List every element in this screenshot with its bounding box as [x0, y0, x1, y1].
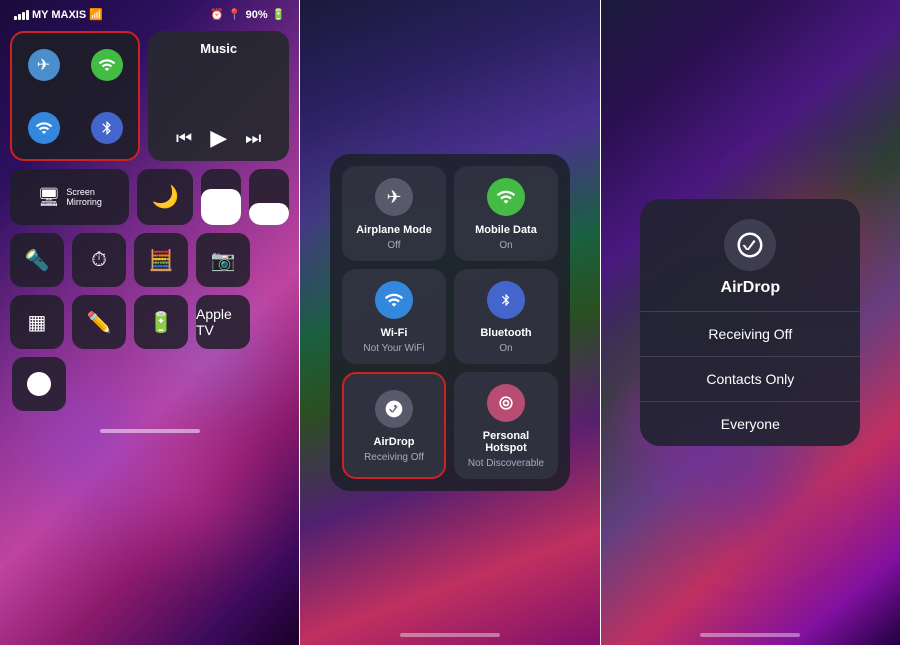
edit-icon: ✏️: [87, 310, 112, 335]
exp-airdrop-title: AirDrop: [374, 436, 415, 448]
record-dot: [27, 372, 51, 396]
exp-airdrop-tile[interactable]: AirDrop Receiving Off: [342, 372, 446, 479]
qr-tile[interactable]: ▦: [10, 295, 64, 349]
moon-icon: 🌙: [152, 184, 179, 210]
exp-bluetooth-icon: [487, 281, 525, 319]
exp-wifi-subtitle: Not Your WiFi: [363, 343, 424, 354]
screen-mirror-tile[interactable]: 🖥 ScreenMirroring: [10, 169, 129, 225]
exp-airdrop-subtitle: Receiving Off: [364, 452, 424, 463]
bluetooth-tile[interactable]: [75, 96, 138, 159]
airdrop-receiving-off-option[interactable]: Receiving Off: [640, 312, 860, 356]
wifi-icon: [28, 112, 60, 144]
night-mode-tile[interactable]: 🌙: [137, 169, 193, 225]
record-tile[interactable]: [12, 357, 66, 411]
timer-icon: ⏱: [91, 249, 107, 272]
music-title: Music: [160, 41, 277, 56]
exp-wifi-tile[interactable]: Wi-Fi Not Your WiFi: [342, 269, 446, 364]
flashlight-icon: 🔦: [25, 248, 50, 273]
middle-panel: ✈ Airplane Mode Off Mobile Data On: [299, 0, 600, 645]
battery-icon: 🔋: [272, 8, 286, 21]
battery-percent: 90%: [246, 9, 268, 21]
airplane-mode-tile[interactable]: ✈: [12, 33, 75, 96]
exp-mobiledata-tile[interactable]: Mobile Data On: [454, 166, 558, 261]
exp-hotspot-subtitle: Not Discoverable: [468, 458, 544, 469]
right-home-bar: [700, 633, 800, 637]
brightness-slider[interactable]: [201, 169, 241, 225]
exp-bluetooth-title: Bluetooth: [480, 327, 531, 339]
camera-icon: 📷: [211, 248, 236, 273]
qr-icon: ▦: [28, 310, 47, 335]
airdrop-everyone-option[interactable]: Everyone: [640, 402, 860, 446]
screen-mirror-label: ScreenMirroring: [66, 187, 102, 207]
exp-bluetooth-subtitle: On: [499, 343, 512, 354]
connectivity-grid: ✈: [10, 31, 140, 161]
cellular-tile[interactable]: [75, 33, 138, 96]
exp-airplane-tile[interactable]: ✈ Airplane Mode Off: [342, 166, 446, 261]
location-icon: 📍: [228, 8, 242, 21]
music-controls: ⏮ ▶ ⏭: [160, 125, 277, 151]
music-play-button[interactable]: ▶: [210, 125, 227, 151]
exp-wifi-title: Wi-Fi: [381, 327, 408, 339]
exp-airdrop-icon: [375, 390, 413, 428]
exp-hotspot-tile[interactable]: Personal Hotspot Not Discoverable: [454, 372, 558, 479]
airdrop-contacts-only-option[interactable]: Contacts Only: [640, 357, 860, 401]
signal-bars: [14, 9, 29, 20]
exp-airplane-icon: ✈: [375, 178, 413, 216]
status-right: ⏰ 📍 90% 🔋: [210, 8, 285, 21]
music-next-button[interactable]: ⏭: [245, 128, 261, 149]
battery-tile-icon: 🔋: [149, 310, 174, 335]
record-row: [10, 357, 289, 415]
icon-row-1: 🔦 ⏱ 🧮 📷: [10, 233, 289, 287]
airdrop-header: AirDrop: [640, 199, 860, 311]
wifi-status-icon: 📶: [89, 8, 103, 21]
exp-bluetooth-tile[interactable]: Bluetooth On: [454, 269, 558, 364]
cc-content: ✈: [0, 25, 299, 425]
airdrop-card: AirDrop Receiving Off Contacts Only Ever…: [640, 199, 860, 446]
exp-hotspot-title: Personal Hotspot: [462, 430, 550, 454]
left-panel: MY MAXIS 📶 ⏰ 📍 90% 🔋 ✈: [0, 0, 299, 645]
status-left: MY MAXIS 📶: [14, 8, 103, 21]
expanded-card: ✈ Airplane Mode Off Mobile Data On: [330, 154, 570, 491]
music-widget: Music ⏮ ▶ ⏭: [148, 31, 289, 161]
calculator-icon: 🧮: [149, 248, 174, 273]
cc-expanded-view: ✈ Airplane Mode Off Mobile Data On: [300, 0, 599, 645]
right-panel: AirDrop Receiving Off Contacts Only Ever…: [601, 0, 900, 645]
exp-mobiledata-title: Mobile Data: [475, 224, 537, 236]
airdrop-popup-icon: [724, 219, 776, 271]
carrier-name: MY MAXIS: [32, 9, 86, 21]
status-bar: MY MAXIS 📶 ⏰ 📍 90% 🔋: [0, 0, 299, 25]
exp-hotspot-icon: [487, 384, 525, 422]
appletv-icon: Apple TV: [196, 306, 250, 338]
volume-slider[interactable]: [249, 169, 289, 225]
bluetooth-icon: [91, 112, 123, 144]
camera-tile[interactable]: 📷: [196, 233, 250, 287]
music-prev-button[interactable]: ⏮: [176, 128, 192, 149]
timer-tile[interactable]: ⏱: [72, 233, 126, 287]
battery-tile[interactable]: 🔋: [134, 295, 188, 349]
appletv-tile[interactable]: Apple TV: [196, 295, 250, 349]
exp-airplane-subtitle: Off: [387, 240, 400, 251]
exp-mobiledata-subtitle: On: [499, 240, 512, 251]
wifi-tile[interactable]: [12, 96, 75, 159]
calculator-tile[interactable]: 🧮: [134, 233, 188, 287]
screen-mirror-icon: 🖥: [37, 187, 60, 208]
exp-wifi-icon: [375, 281, 413, 319]
flashlight-tile[interactable]: 🔦: [10, 233, 64, 287]
cc-top-row: ✈: [10, 31, 289, 161]
airdrop-popup: AirDrop Receiving Off Contacts Only Ever…: [601, 0, 900, 645]
exp-mobiledata-icon: [487, 178, 525, 216]
cellular-icon: [91, 49, 123, 81]
middle-home-bar: [400, 633, 500, 637]
cc-second-row: 🖥 ScreenMirroring 🌙: [10, 169, 289, 225]
edit-tile[interactable]: ✏️: [72, 295, 126, 349]
airplane-mode-icon: ✈: [28, 49, 60, 81]
exp-airplane-title: Airplane Mode: [356, 224, 432, 236]
icon-row-2: ▦ ✏️ 🔋 Apple TV: [10, 295, 289, 349]
airdrop-popup-title: AirDrop: [721, 279, 781, 297]
home-bar: [100, 429, 200, 433]
alarm-icon: ⏰: [210, 8, 224, 21]
